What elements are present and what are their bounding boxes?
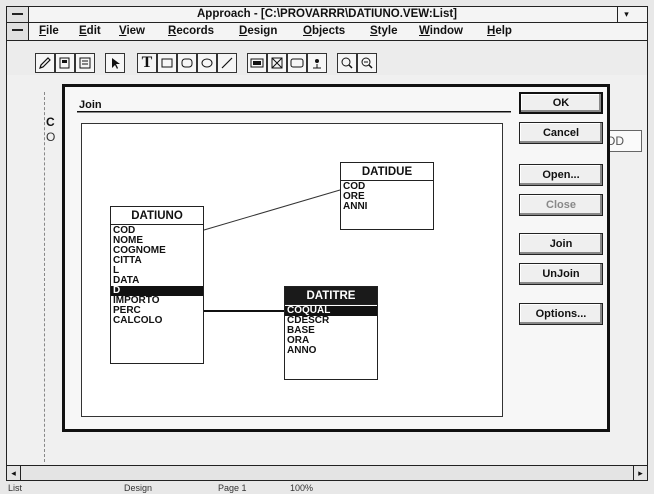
rounded-rectangle-icon[interactable] (177, 53, 197, 73)
table-datiuno[interactable]: DATIUNO COD NOME COGNOME CITTA L DATA D … (110, 206, 204, 364)
pointer-icon[interactable] (105, 53, 125, 73)
table-datitre[interactable]: DATITRE COQUAL CDESCR BASE ORA ANNO (284, 286, 378, 380)
unjoin-button[interactable]: UnJoin (519, 263, 603, 285)
status-page[interactable]: Page 1 (218, 483, 247, 493)
join-dialog: Join DATIUNO COD NOME COGNOME CITTA L DA… (62, 84, 610, 432)
join-line-datiuno-datidue (203, 189, 341, 231)
menu-file[interactable]: File (39, 25, 59, 37)
status-design[interactable]: Design (124, 483, 152, 493)
menu-bar: File Edit View Records Design Objects St… (6, 23, 648, 41)
menu-window[interactable]: Window (419, 25, 463, 37)
pencil-icon[interactable] (35, 53, 55, 73)
background-label: C (46, 115, 55, 129)
window-title: Approach - [C:\PROVARRR\DATIUNO.VEW:List… (196, 8, 458, 20)
table-header-selected[interactable]: DATITRE (285, 287, 377, 305)
horizontal-scrollbar[interactable]: ◂ ▸ (6, 465, 648, 481)
button-tool-icon[interactable] (287, 53, 307, 73)
menu-edit[interactable]: Edit (79, 25, 101, 37)
line-icon[interactable] (217, 53, 237, 73)
field-item[interactable]: ANNO (285, 346, 377, 356)
field-item[interactable]: CALCOLO (111, 316, 203, 326)
join-button[interactable]: Join (519, 233, 603, 255)
menu-records[interactable]: Records (168, 25, 214, 37)
options-button[interactable]: Options... (519, 303, 603, 325)
status-bar: List Design Page 1 100% (6, 481, 648, 494)
checkbox-icon[interactable] (267, 53, 287, 73)
field-item[interactable]: ANNI (341, 202, 433, 212)
open-button[interactable]: Open... (519, 164, 603, 186)
rectangle-icon[interactable] (157, 53, 177, 73)
status-zoom[interactable]: 100% (290, 483, 313, 493)
table-header[interactable]: DATIUNO (111, 207, 203, 225)
form-icon[interactable] (75, 53, 95, 73)
menu-objects[interactable]: Objects (303, 25, 345, 37)
menu-style[interactable]: Style (370, 25, 398, 37)
radio-icon[interactable] (307, 53, 327, 73)
layout-guide-line (44, 92, 45, 462)
zoom-in-icon[interactable] (337, 53, 357, 73)
table-datidue[interactable]: DATIDUE COD ORE ANNI (340, 162, 434, 230)
zoom-out-icon[interactable] (357, 53, 377, 73)
scroll-left-icon[interactable]: ◂ (7, 466, 21, 480)
toolbar: T (6, 41, 648, 75)
dialog-title: Join (79, 99, 102, 111)
title-bar: Approach - [C:\PROVARRR\DATIUNO.VEW:List… (6, 6, 648, 23)
menu-design[interactable]: Design (239, 25, 277, 37)
status-mode[interactable]: List (8, 483, 22, 493)
ok-button[interactable]: OK (519, 92, 603, 114)
field-item[interactable]: CITTA (111, 256, 203, 266)
field-icon[interactable] (247, 53, 267, 73)
scroll-right-icon[interactable]: ▸ (633, 466, 647, 480)
minimize-arrow-icon[interactable]: ▾ (617, 7, 635, 22)
ellipse-icon[interactable] (197, 53, 217, 73)
close-button[interactable]: Close (519, 194, 603, 216)
menu-view[interactable]: View (119, 25, 145, 37)
field-item[interactable]: DATA (111, 276, 203, 286)
join-canvas[interactable]: DATIUNO COD NOME COGNOME CITTA L DATA D … (81, 123, 503, 417)
browse-icon[interactable] (55, 53, 75, 73)
menu-help[interactable]: Help (487, 25, 512, 37)
cancel-button[interactable]: Cancel (519, 122, 603, 144)
text-tool-icon[interactable]: T (137, 53, 157, 73)
dialog-divider (77, 111, 511, 113)
document-menu-icon[interactable] (7, 23, 29, 40)
table-header[interactable]: DATIDUE (341, 163, 433, 181)
background-label-2: O (46, 130, 56, 144)
